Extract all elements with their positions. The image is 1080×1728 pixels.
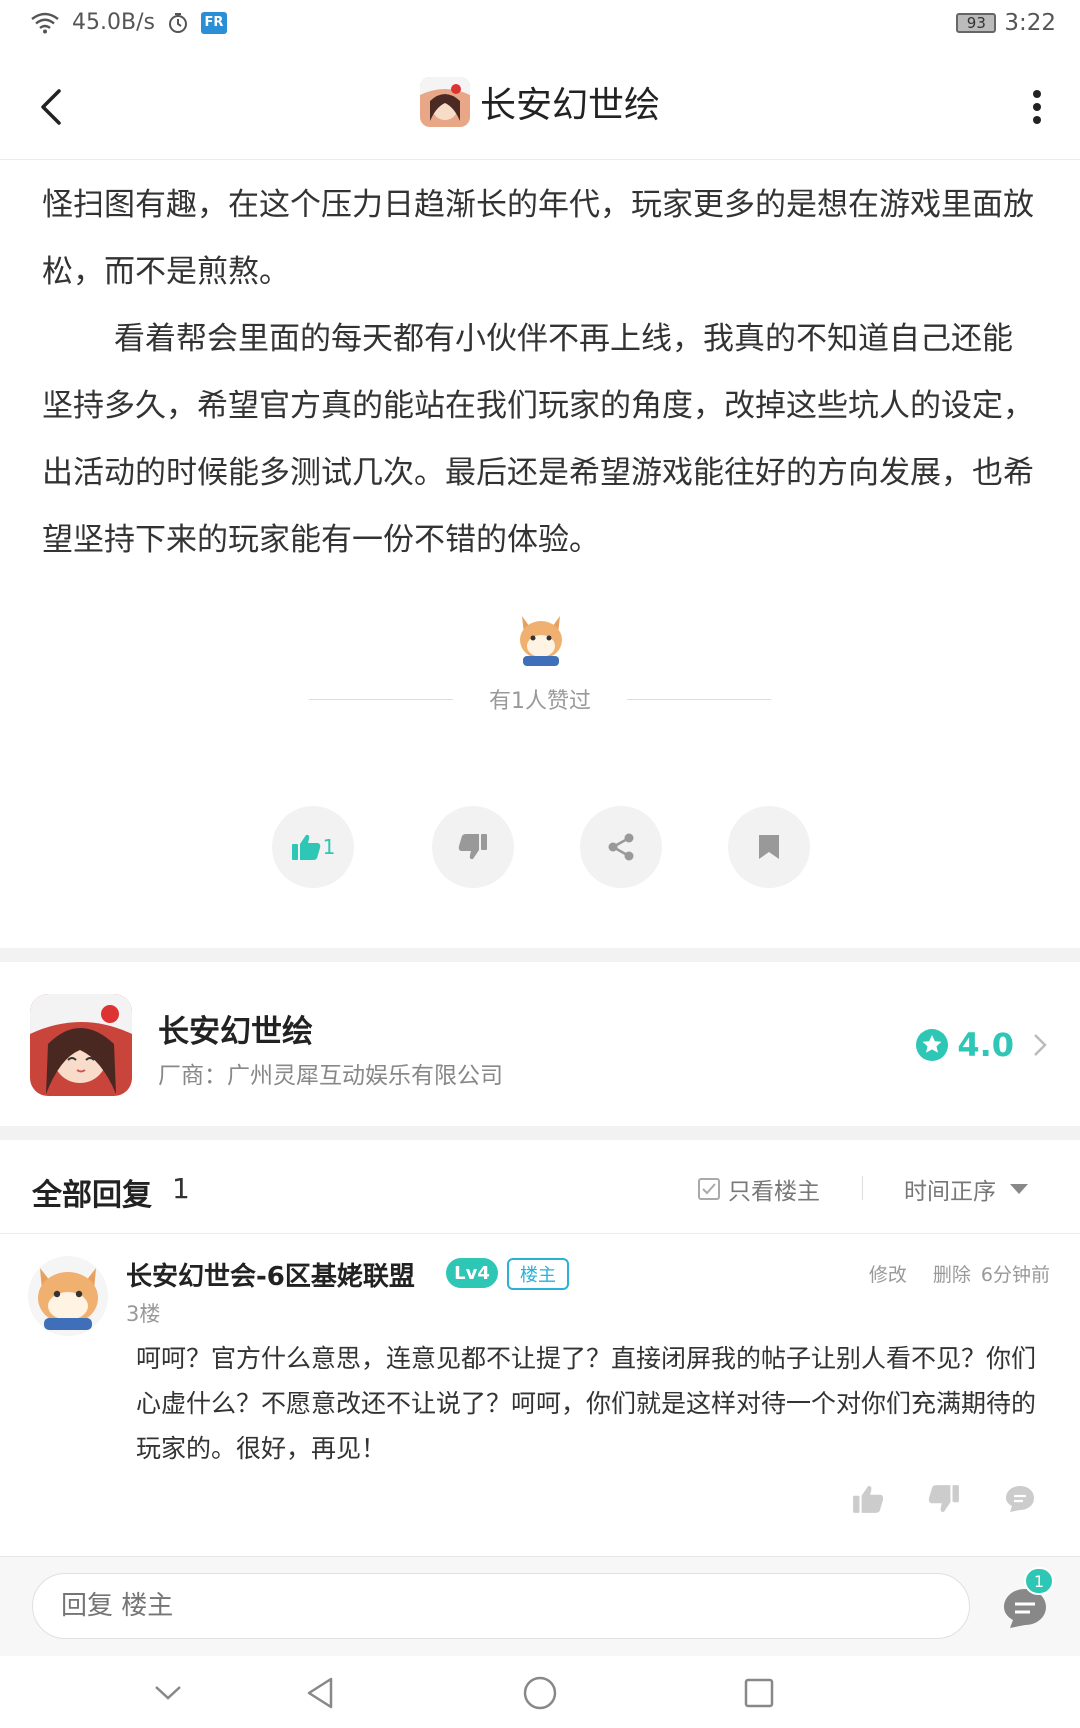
share-button[interactable] <box>580 806 662 888</box>
nav-hide-button[interactable] <box>145 1670 191 1716</box>
likers-count-text: 有1人赞过 <box>489 689 591 714</box>
like-count: 1 <box>322 835 336 859</box>
game-vendor: 厂商：广州灵犀互动娱乐有限公司 <box>158 1063 503 1089</box>
reply-comment-icon[interactable] <box>1004 1484 1036 1514</box>
edit-button[interactable]: 修改 <box>869 1260 907 1287</box>
triangle-back-icon <box>307 1677 333 1709</box>
reply-content: 呵呵？官方什么意思，连意见都不让提了？直接闭屏我的帖子让别人看不见？你们心虚什么… <box>136 1344 1037 1463</box>
alarm-icon <box>168 12 187 33</box>
battery-icon: 93 <box>956 13 997 33</box>
reply-input[interactable] <box>32 1573 970 1639</box>
more-options-button[interactable] <box>1012 82 1062 132</box>
header-title-group: 长安幻世绘 <box>0 76 1080 128</box>
dropdown-arrow-icon <box>1010 1184 1028 1194</box>
checkbox-icon <box>698 1178 720 1200</box>
post-paragraph: 看着帮会里面的每天都有小伙伴不再上线，我真的不知道自己还能坚持多久，希望官方真的… <box>42 321 1034 558</box>
reply-item: 长安幻世会-6区基姥联盟 Lv4 楼主 修改 删除 6分钟前 3楼 呵呵？官方什… <box>0 1236 1080 1556</box>
star-badge-icon <box>916 1029 949 1061</box>
game-card-icon <box>30 994 132 1096</box>
wifi-icon <box>31 12 59 33</box>
sort-dropdown[interactable]: 时间正序 <box>904 1172 1028 1206</box>
replies-title: 全部回复 <box>32 1178 152 1213</box>
nav-back-button[interactable] <box>297 1670 343 1716</box>
net-speed: 45.0B/s <box>72 10 155 35</box>
liker-avatar[interactable] <box>514 610 568 668</box>
post-paragraph: 怪扫图有趣，在这个压力日趋渐长的年代，玩家更多的是想在游戏里面放松，而不是煎熬。 <box>42 187 1034 290</box>
op-badge: 楼主 <box>507 1258 569 1290</box>
page-title: 长安幻世绘 <box>479 85 660 126</box>
reply-dislike-icon[interactable] <box>928 1484 960 1514</box>
reply-time: 6分钟前 <box>980 1264 1050 1286</box>
thumbs-down-icon <box>458 834 487 860</box>
chevron-right-icon <box>1034 1034 1047 1056</box>
game-rating: 4.0 <box>915 1026 1048 1064</box>
rating-value: 4.0 <box>957 1026 1014 1064</box>
only-op-filter[interactable]: 只看楼主 <box>698 1172 820 1206</box>
section-divider <box>0 948 1080 962</box>
delete-button[interactable]: 删除 <box>933 1260 971 1287</box>
status-bar: 45.0B/s FR 93 3:22 <box>0 0 1080 50</box>
clock-time: 3:22 <box>1004 10 1056 36</box>
sort-label: 时间正序 <box>904 1179 996 1205</box>
avatar[interactable] <box>28 1256 108 1336</box>
chevron-down-icon <box>155 1686 181 1700</box>
top-bar: 长安幻世绘 <box>0 52 1080 160</box>
reply-meta-actions: 修改 删除 6分钟前 <box>869 1260 1050 1287</box>
square-recents-icon <box>744 1678 774 1708</box>
nav-recents-button[interactable] <box>736 1670 782 1716</box>
likers-summary: 有1人赞过 <box>0 683 1080 715</box>
game-icon <box>419 77 470 127</box>
dislike-button[interactable] <box>432 806 514 888</box>
circle-home-icon <box>523 1676 557 1710</box>
reply-input-bar: 1 <box>0 1556 1080 1656</box>
like-button[interactable]: 1 <box>272 806 354 888</box>
only-op-label: 只看楼主 <box>728 1179 820 1205</box>
bookmark-button[interactable] <box>728 806 810 888</box>
share-icon <box>608 833 634 861</box>
more-vert-icon <box>1033 90 1041 124</box>
replies-header: 全部回复 1 只看楼主 时间正序 <box>0 1142 1080 1234</box>
fr-app-icon: FR <box>200 11 227 34</box>
game-card[interactable]: 长安幻世绘 厂商：广州灵犀互动娱乐有限公司 4.0 <box>0 964 1080 1126</box>
reply-icon-actions <box>852 1484 1036 1514</box>
level-badge: Lv4 <box>446 1258 498 1288</box>
thumbs-up-icon <box>291 834 320 860</box>
floor-number: 3楼 <box>126 1302 161 1326</box>
reply-author-name[interactable]: 长安幻世会-6区基姥联盟 <box>126 1256 415 1293</box>
post-content: 怪扫图有趣，在这个压力日趋渐长的年代，玩家更多的是想在游戏里面放松，而不是煎熬。… <box>42 172 1042 574</box>
bookmark-icon <box>759 835 779 859</box>
separator <box>862 1176 863 1200</box>
reply-like-icon[interactable] <box>852 1484 884 1514</box>
section-divider <box>0 1126 1080 1140</box>
divider-line <box>309 698 453 700</box>
divider-line <box>627 698 771 700</box>
nav-home-button[interactable] <box>517 1670 563 1716</box>
system-nav-bar <box>0 1656 1080 1728</box>
game-name: 长安幻世绘 <box>158 1014 313 1050</box>
comments-count-badge: 1 <box>1024 1567 1054 1595</box>
replies-count: 1 <box>172 1172 190 1205</box>
